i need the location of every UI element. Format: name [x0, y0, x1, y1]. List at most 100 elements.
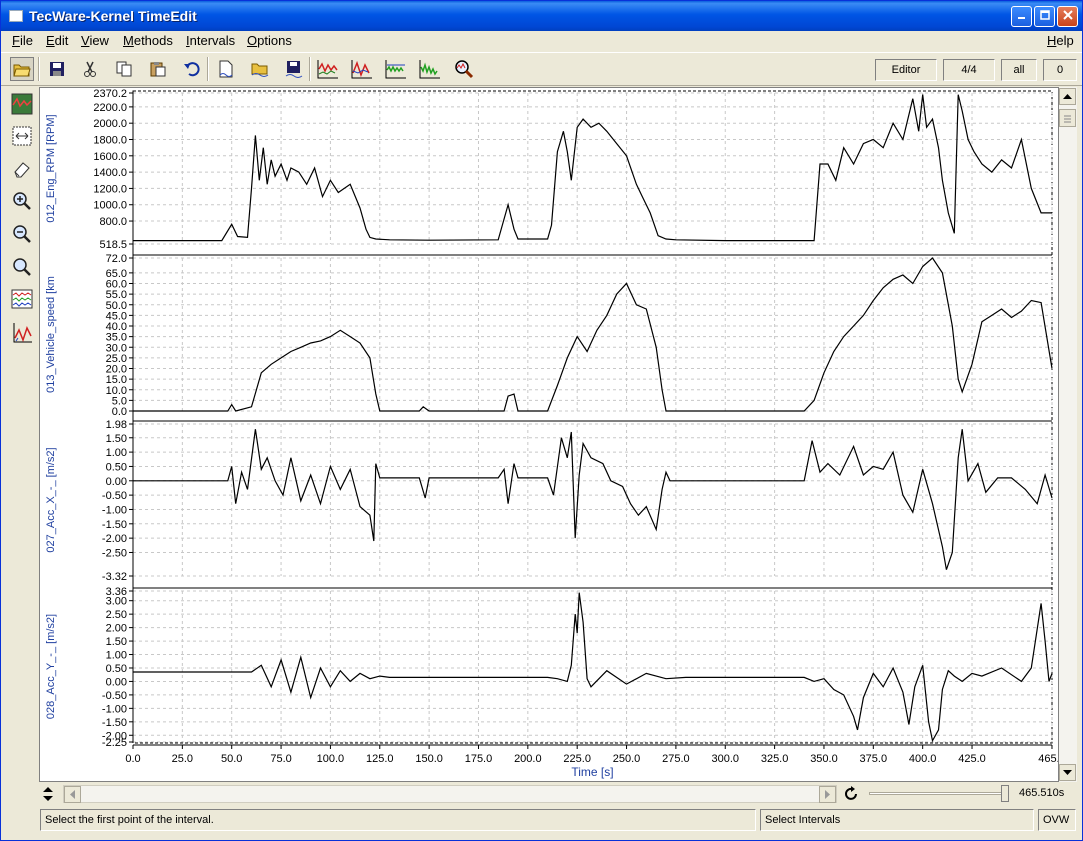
status-mode: Select Intervals: [760, 809, 1034, 831]
cut-icon: [84, 61, 96, 77]
toolbar-separator: [309, 57, 311, 81]
copy-button[interactable]: [112, 57, 136, 81]
menu-intervals[interactable]: Intervals: [186, 33, 235, 48]
series-line: [133, 94, 1052, 242]
open-file-button[interactable]: [248, 57, 272, 81]
y-tick-label: -1.00: [102, 504, 127, 516]
y-tick-label: -2.00: [102, 533, 127, 545]
chart-view-icon: [11, 93, 33, 115]
maximize-icon: [1039, 10, 1050, 20]
undo-button[interactable]: [180, 57, 204, 81]
x-tick-label: 275.0: [662, 753, 690, 765]
y-tick-label: 518.5: [99, 239, 127, 251]
horizontal-scrollbar[interactable]: [63, 785, 837, 803]
reset-zoom-button[interactable]: [843, 785, 861, 803]
open-folder-button[interactable]: [10, 57, 34, 81]
undo-icon: [184, 62, 200, 77]
scroll-right-button[interactable]: [819, 786, 836, 803]
x-tick-label: 425.0: [958, 753, 986, 765]
graph-green-icon: [385, 60, 406, 79]
count-indicator: 0: [1043, 59, 1077, 81]
scroll-down-button[interactable]: [1059, 764, 1076, 781]
channel-count: 4/4: [943, 59, 995, 81]
menu-edit[interactable]: Edit: [46, 33, 68, 48]
minimize-button[interactable]: [1011, 6, 1032, 27]
series-line: [133, 429, 1053, 570]
y-tick-label: 1400.0: [93, 167, 127, 179]
x-tick-label: 250.0: [613, 753, 641, 765]
vertical-scrollbar[interactable]: [1059, 87, 1077, 782]
y-tick-label: 1800.0: [93, 134, 127, 146]
channel-order-button[interactable]: [39, 785, 57, 803]
cut-button[interactable]: [78, 57, 102, 81]
paste-button[interactable]: [146, 57, 170, 81]
graph-red-button[interactable]: [316, 57, 340, 81]
zoom-out-icon: [13, 225, 31, 243]
y-tick-label: 1.50: [106, 636, 127, 648]
scroll-up-button[interactable]: [1059, 88, 1076, 105]
y-tick-label: -2.50: [102, 547, 127, 559]
new-document-icon: [219, 60, 233, 78]
y-tick-label: -1.50: [102, 717, 127, 729]
new-document-button[interactable]: [214, 57, 238, 81]
menu-options[interactable]: Options: [247, 33, 292, 48]
zoom-fit-icon: [13, 258, 31, 276]
x-tick-label: 50.0: [221, 753, 242, 765]
left-arrow-icon: [69, 790, 75, 799]
zoom-in-button[interactable]: [9, 188, 35, 214]
up-arrow-icon: [1063, 93, 1072, 99]
x-tick-label: 225.0: [563, 753, 591, 765]
series-line: [133, 257, 1053, 412]
graph-noise-button[interactable]: [418, 57, 442, 81]
save-button[interactable]: [45, 57, 69, 81]
title-bar[interactable]: TecWare-Kernel TimeEdit: [1, 1, 1082, 31]
plot-area[interactable]: 2370.2 2200.0 2000.0 1800.0 1600.0 1400.0 1200…: [39, 87, 1066, 782]
x-tick-label: 325.0: [761, 753, 789, 765]
zoom-fit-button[interactable]: [9, 254, 35, 280]
interval-select-button[interactable]: [9, 123, 35, 149]
save-file-button[interactable]: [282, 57, 306, 81]
graph-green-button[interactable]: [384, 57, 408, 81]
y-axis-label: 013_Vehicle_speed [km: [45, 276, 57, 393]
scroll-left-button[interactable]: [64, 786, 81, 803]
x-tick-label: 400.0: [909, 753, 937, 765]
chart-view-button[interactable]: [9, 91, 35, 117]
scroll-thumb-top[interactable]: [1059, 109, 1076, 127]
y-tick-label: 0.0: [112, 406, 127, 418]
save-file-icon: [285, 61, 303, 78]
y-tick-label: 2200.0: [93, 102, 127, 114]
menu-help[interactable]: Help: [1047, 33, 1074, 48]
y-tick-label: 1600.0: [93, 151, 127, 163]
mode-indicator: Editor: [875, 59, 937, 81]
menu-bar: File Edit View Methods Intervals Options…: [1, 31, 1082, 51]
eraser-button[interactable]: [9, 156, 35, 182]
close-button[interactable]: [1057, 6, 1078, 27]
zoom-out-button[interactable]: [9, 221, 35, 247]
multi-graph-button[interactable]: [9, 286, 35, 312]
y-tick-label: 1.00: [106, 447, 127, 459]
menu-view[interactable]: View: [81, 33, 109, 48]
y-tick-label: 2000.0: [93, 118, 127, 130]
refresh-icon: [845, 786, 857, 800]
y-tick-label: 800.0: [99, 216, 127, 228]
chart-canvas[interactable]: 2370.2 2200.0 2000.0 1800.0 1600.0 1400.0 1200…: [40, 88, 1066, 781]
zoom-slider-thumb[interactable]: [1001, 785, 1009, 802]
x-tick-label: 25.0: [172, 753, 193, 765]
menu-file[interactable]: File: [12, 33, 33, 48]
zoom-slider-track[interactable]: [869, 792, 1009, 795]
maximize-button[interactable]: [1034, 6, 1055, 27]
zoom-in-icon: [13, 192, 31, 210]
y-tick-label: -1.00: [102, 703, 127, 715]
eraser-icon: [14, 162, 30, 178]
graph-peaks-button[interactable]: [350, 57, 374, 81]
horizontal-bar: 465.510s: [39, 783, 1077, 805]
y-tick-label: 0.50: [106, 461, 127, 473]
menu-methods[interactable]: Methods: [123, 33, 173, 48]
y-axis-label: 012_Eng_RPM [RPM]: [45, 114, 57, 222]
search-graph-button[interactable]: [452, 57, 476, 81]
x-tick-label: 75.0: [270, 753, 291, 765]
x-tick-label: 375.0: [860, 753, 888, 765]
axis-marker-button[interactable]: [9, 320, 35, 346]
paste-icon: [150, 62, 166, 77]
y-tick-label: -2.25: [102, 737, 127, 749]
